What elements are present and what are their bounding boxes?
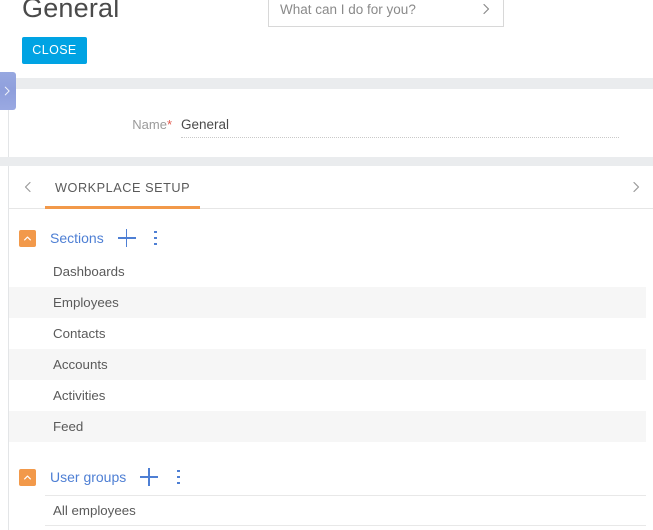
list-item[interactable]: Contacts bbox=[9, 318, 646, 349]
app-root: General CLOSE Name* General bbox=[0, 0, 653, 530]
content-panel: Sections Dashboards Employees Contacts A… bbox=[8, 209, 653, 530]
list-item-label: Contacts bbox=[53, 326, 106, 341]
header-divider-band bbox=[0, 78, 653, 89]
vertical-ellipsis-icon[interactable] bbox=[171, 468, 185, 486]
collapse-toggle-sections[interactable] bbox=[19, 229, 36, 247]
list-item[interactable]: All employees bbox=[45, 495, 646, 526]
plus-icon[interactable] bbox=[140, 468, 159, 486]
required-asterisk: * bbox=[166, 117, 172, 132]
section-header-user-groups: User groups bbox=[19, 465, 185, 489]
field-label-text: Name bbox=[132, 117, 167, 132]
tab-label: WORKPLACE SETUP bbox=[55, 180, 191, 195]
list-item[interactable]: Employees bbox=[9, 287, 646, 318]
list-item-label: All employees bbox=[53, 503, 136, 518]
chevron-up-icon bbox=[23, 234, 32, 243]
field-value-name[interactable]: General bbox=[181, 116, 619, 137]
list-item[interactable]: Dashboards bbox=[9, 256, 646, 287]
tab-workplace-setup[interactable]: WORKPLACE SETUP bbox=[45, 166, 201, 209]
chevron-up-icon bbox=[23, 473, 32, 482]
close-button[interactable]: CLOSE bbox=[22, 37, 87, 64]
tab-scroll-left-button[interactable] bbox=[21, 180, 35, 194]
list-item-label: Dashboards bbox=[53, 264, 125, 279]
form-card: Name* General bbox=[8, 89, 653, 157]
sections-list: Dashboards Employees Contacts Accounts A… bbox=[9, 256, 646, 442]
page-title: General bbox=[22, 0, 120, 23]
chevron-right-icon bbox=[629, 180, 643, 194]
chevron-right-icon bbox=[1, 85, 13, 97]
list-item-label: Employees bbox=[53, 295, 119, 310]
section-title-sections[interactable]: Sections bbox=[50, 230, 104, 246]
list-item-label: Activities bbox=[53, 388, 106, 403]
global-search[interactable] bbox=[268, 0, 504, 27]
list-item[interactable]: Accounts bbox=[9, 349, 646, 380]
plus-icon[interactable] bbox=[117, 229, 136, 247]
list-item[interactable]: Activities bbox=[9, 380, 646, 411]
collapse-toggle-user-groups[interactable] bbox=[19, 468, 36, 486]
list-item-label: Accounts bbox=[53, 357, 108, 372]
field-row-name: Name* General bbox=[9, 116, 653, 138]
section-header-sections: Sections bbox=[19, 226, 163, 250]
vertical-ellipsis-icon[interactable] bbox=[149, 229, 163, 247]
list-item-label: Feed bbox=[53, 419, 84, 434]
card-divider-band bbox=[0, 157, 653, 166]
chevron-right-icon[interactable] bbox=[479, 2, 493, 16]
tab-scroll-right-button[interactable] bbox=[629, 180, 643, 194]
section-title-user-groups[interactable]: User groups bbox=[50, 469, 126, 485]
field-label-name: Name* bbox=[9, 116, 172, 132]
chevron-left-icon bbox=[21, 180, 35, 194]
field-input-name[interactable]: General bbox=[181, 116, 619, 138]
user-groups-list: All employees bbox=[9, 495, 646, 526]
field-underline bbox=[181, 137, 619, 138]
list-item[interactable]: Feed bbox=[9, 411, 646, 442]
sidebar-expand-handle[interactable] bbox=[0, 72, 16, 110]
page-header: General CLOSE bbox=[0, 0, 653, 78]
search-input[interactable] bbox=[280, 0, 473, 26]
tab-bar: WORKPLACE SETUP bbox=[8, 166, 653, 209]
